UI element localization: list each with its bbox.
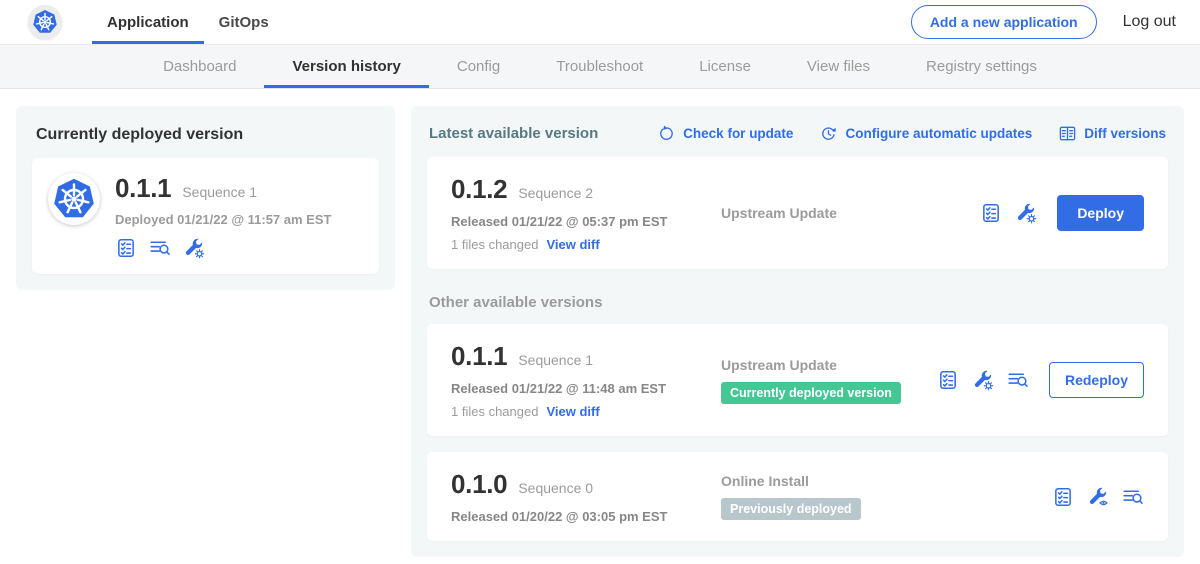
release-notes-icon[interactable] xyxy=(937,369,959,391)
tab-application-label: Application xyxy=(107,14,189,31)
version-card-0-1-1: 0.1.1 Sequence 1 Released 01/21/22 @ 11:… xyxy=(427,324,1168,436)
files-changed: 1 files changed xyxy=(451,404,538,419)
deployed-version-number: 0.1.1 xyxy=(115,173,171,204)
subnav-tab-troubleshoot[interactable]: Troubleshoot xyxy=(528,45,671,88)
release-notes-icon[interactable] xyxy=(1052,486,1074,508)
view-diff-link[interactable]: View diff xyxy=(546,237,599,252)
version-actions-col xyxy=(1052,486,1144,508)
card-gap xyxy=(427,436,1168,452)
released-timestamp: Released 01/21/22 @ 11:48 am EST xyxy=(451,381,697,396)
diff-icon xyxy=(1058,124,1077,143)
view-files-icon[interactable] xyxy=(149,237,171,259)
deployed-version-info: 0.1.1 Sequence 1 Deployed 01/21/22 @ 11:… xyxy=(115,173,331,259)
subnav-tab-dashboard[interactable]: Dashboard xyxy=(135,45,264,88)
diff-versions-label: Diff versions xyxy=(1084,126,1166,141)
subnav-tab-registry-settings[interactable]: Registry settings xyxy=(898,45,1065,88)
configure-automatic-updates-link[interactable]: Configure automatic updates xyxy=(819,124,1032,143)
deployed-sequence: Sequence 1 xyxy=(182,184,257,200)
version-history-panel: Latest available version Check for updat… xyxy=(411,106,1184,557)
deployed-timestamp: Deployed 01/21/22 @ 11:57 am EST xyxy=(115,212,331,227)
kubernetes-logo-icon xyxy=(52,177,96,221)
version-actions: Check for update Configure automatic upd… xyxy=(657,124,1166,143)
diff-versions-link[interactable]: Diff versions xyxy=(1058,124,1166,143)
version-source: Upstream Update Currently deployed versi… xyxy=(721,357,913,404)
topbar-spacer xyxy=(284,0,911,44)
deploy-button[interactable]: Deploy xyxy=(1057,195,1144,231)
add-application-button[interactable]: Add a new application xyxy=(911,5,1097,39)
app-icon xyxy=(48,173,100,225)
check-for-update-link[interactable]: Check for update xyxy=(657,124,793,143)
main-content: Currently deployed version 0.1.1 Sequenc… xyxy=(0,89,1200,564)
kubernetes-logo-icon xyxy=(32,9,58,35)
version-source: Online Install Previously deployed xyxy=(721,473,1028,520)
source-label: Upstream Update xyxy=(721,357,837,373)
top-bar: Application GitOps Add a new application… xyxy=(0,0,1200,45)
currently-deployed-title: Currently deployed version xyxy=(36,126,379,144)
currently-deployed-badge: Currently deployed version xyxy=(721,382,901,404)
version-sequence: Sequence 2 xyxy=(518,185,593,201)
version-source: Upstream Update xyxy=(721,205,956,221)
tab-gitops-label: GitOps xyxy=(219,14,269,31)
released-timestamp: Released 01/20/22 @ 03:05 pm EST xyxy=(451,509,697,524)
check-for-update-label: Check for update xyxy=(683,126,793,141)
version-actions-col: Redeploy xyxy=(937,362,1144,398)
version-info: 0.1.2 Sequence 2 Released 01/21/22 @ 05:… xyxy=(451,174,697,252)
version-actions-col: Deploy xyxy=(980,195,1144,231)
release-notes-icon[interactable] xyxy=(115,237,137,259)
version-number: 0.1.2 xyxy=(451,174,507,205)
currently-deployed-card: 0.1.1 Sequence 1 Deployed 01/21/22 @ 11:… xyxy=(32,158,379,274)
version-info: 0.1.0 Sequence 0 Released 01/20/22 @ 03:… xyxy=(451,469,697,524)
view-files-icon[interactable] xyxy=(1122,486,1144,508)
version-card-0-1-0: 0.1.0 Sequence 0 Released 01/20/22 @ 03:… xyxy=(427,452,1168,541)
edit-config-icon[interactable] xyxy=(972,369,994,391)
version-card-0-1-2: 0.1.2 Sequence 2 Released 01/21/22 @ 05:… xyxy=(427,157,1168,269)
latest-version-title: Latest available version xyxy=(429,125,598,142)
other-versions-title: Other available versions xyxy=(429,294,1166,311)
view-files-icon[interactable] xyxy=(1007,369,1029,391)
logout-link[interactable]: Log out xyxy=(1123,13,1176,31)
view-config-icon[interactable] xyxy=(1087,486,1109,508)
subnav-tab-view-files[interactable]: View files xyxy=(779,45,898,88)
previously-deployed-badge: Previously deployed xyxy=(721,498,861,520)
version-sequence: Sequence 0 xyxy=(518,480,593,496)
app-logo[interactable] xyxy=(28,5,62,39)
edit-config-icon[interactable] xyxy=(1015,202,1037,224)
source-label: Online Install xyxy=(721,473,809,489)
version-number: 0.1.0 xyxy=(451,469,507,500)
release-notes-icon[interactable] xyxy=(980,202,1002,224)
tab-application[interactable]: Application xyxy=(92,0,204,44)
latest-version-header: Latest available version Check for updat… xyxy=(429,124,1166,143)
released-timestamp: Released 01/21/22 @ 05:37 pm EST xyxy=(451,214,697,229)
app-subnav: Dashboard Version history Config Trouble… xyxy=(0,45,1200,89)
tab-gitops[interactable]: GitOps xyxy=(204,0,284,44)
version-info: 0.1.1 Sequence 1 Released 01/21/22 @ 11:… xyxy=(451,341,697,419)
refresh-icon xyxy=(657,124,676,143)
version-sequence: Sequence 1 xyxy=(518,352,593,368)
top-tabs: Application GitOps xyxy=(92,0,284,44)
subnav-tab-config[interactable]: Config xyxy=(429,45,528,88)
edit-config-icon[interactable] xyxy=(183,237,205,259)
view-diff-link[interactable]: View diff xyxy=(546,404,599,419)
source-label: Upstream Update xyxy=(721,205,837,221)
currently-deployed-panel: Currently deployed version 0.1.1 Sequenc… xyxy=(16,106,395,290)
subnav-tab-license[interactable]: License xyxy=(671,45,779,88)
version-number: 0.1.1 xyxy=(451,341,507,372)
configure-automatic-updates-label: Configure automatic updates xyxy=(845,126,1032,141)
files-changed: 1 files changed xyxy=(451,237,538,252)
redeploy-button[interactable]: Redeploy xyxy=(1049,362,1144,398)
subnav-tab-version-history[interactable]: Version history xyxy=(264,45,428,88)
schedule-update-icon xyxy=(819,124,838,143)
